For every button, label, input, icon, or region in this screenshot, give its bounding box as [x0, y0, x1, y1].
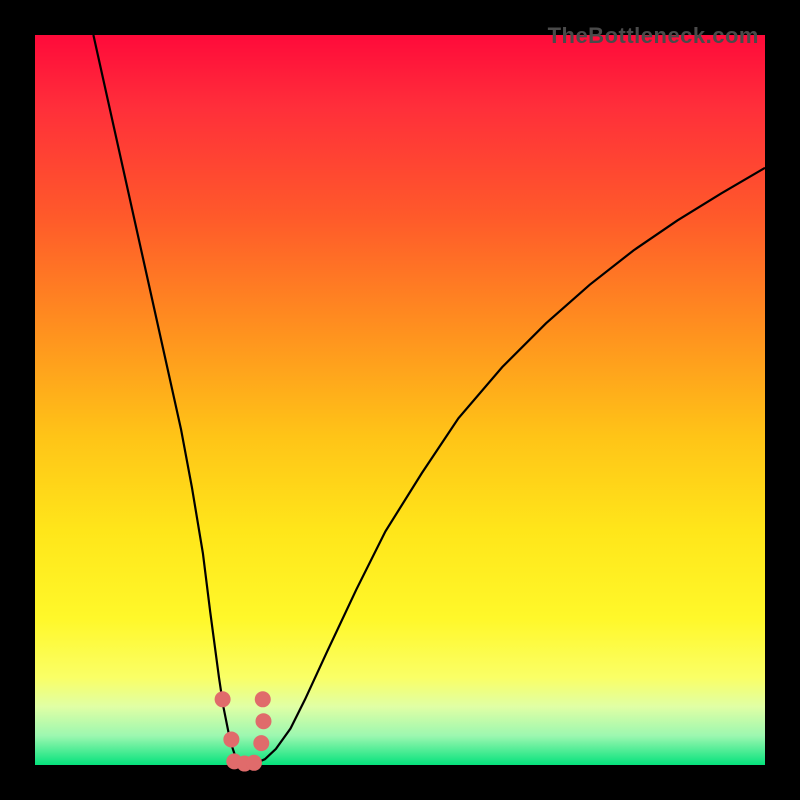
marker-dot	[246, 755, 262, 771]
outer-frame: TheBottleneck.com	[0, 0, 800, 800]
marker-dot	[215, 691, 231, 707]
marker-dot	[255, 691, 271, 707]
curve-left-branch	[93, 35, 243, 765]
marker-dot	[255, 713, 271, 729]
curve-right-branch	[244, 168, 765, 765]
marker-dot	[253, 735, 269, 751]
green-band	[35, 721, 765, 765]
marker-dot	[223, 731, 239, 747]
chart-svg	[0, 0, 800, 800]
